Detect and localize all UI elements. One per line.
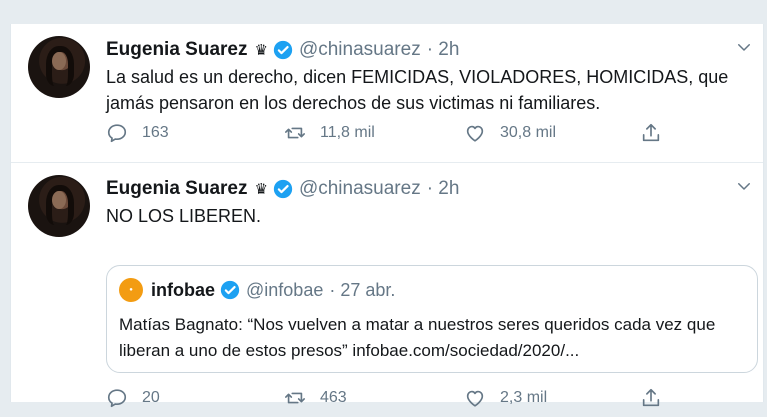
like-button[interactable]: 2,3 mil (464, 387, 547, 409)
quoted-tweet-header: ● infobae @infobae · 27 abr. (119, 278, 395, 302)
avatar-face (52, 52, 66, 70)
verified-badge-icon (220, 280, 240, 300)
retweet-button[interactable]: 11,8 mil (284, 122, 375, 144)
tweet-text: La salud es un derecho, dicen FEMICIDAS,… (106, 67, 729, 113)
avatar-face (52, 191, 66, 209)
retweet-button[interactable]: 463 (284, 387, 347, 409)
quoted-tweet-text: Matías Bagnato: “Nos vuelven a matar a n… (119, 315, 716, 360)
retweet-count: 463 (320, 389, 347, 406)
chevron-down-icon[interactable] (735, 177, 753, 195)
reply-icon (107, 389, 127, 408)
quoted-tweet[interactable]: ● infobae @infobae · 27 abr. Matías Bagn… (106, 265, 758, 373)
infobae-logo-icon: ● (119, 278, 143, 302)
share-button[interactable] (640, 122, 676, 144)
like-count: 2,3 mil (500, 389, 548, 406)
reply-button[interactable]: 20 (106, 387, 160, 409)
reply-icon (107, 124, 127, 143)
tweet-time[interactable]: · 2h (427, 178, 460, 200)
tweet[interactable]: Eugenia Suarez ♛ @chinasuarez · 2h La sa… (11, 24, 763, 163)
share-icon (642, 388, 660, 407)
tweet-header: Eugenia Suarez ♛ @chinasuarez · 2h (106, 177, 459, 201)
author-name[interactable]: Eugenia Suarez (106, 178, 248, 200)
tweet-header: Eugenia Suarez ♛ @chinasuarez · 2h (106, 38, 459, 62)
heart-icon (466, 390, 484, 407)
top-strip (0, 0, 767, 24)
reply-count: 163 (142, 124, 169, 141)
crown-icon: ♛ (254, 181, 268, 198)
like-button[interactable]: 30,8 mil (464, 122, 556, 144)
author-handle[interactable]: @chinasuarez (299, 178, 421, 200)
verified-badge-icon (273, 40, 293, 60)
author-name[interactable]: Eugenia Suarez (106, 39, 248, 61)
like-count: 30,8 mil (500, 124, 557, 141)
timeline: Eugenia Suarez ♛ @chinasuarez · 2h La sa… (10, 24, 764, 408)
quoted-author-handle: @infobae (246, 279, 324, 300)
tweet-text: NO LOS LIBEREN. (106, 206, 262, 226)
quoted-author-name: infobae (151, 279, 216, 300)
tweet-time[interactable]: · 2h (427, 39, 460, 61)
author-handle[interactable]: @chinasuarez (299, 39, 421, 61)
chevron-down-icon[interactable] (735, 38, 753, 56)
reply-count: 20 (142, 389, 160, 406)
retweet-count: 11,8 mil (320, 124, 375, 141)
avatar[interactable] (28, 36, 90, 98)
retweet-icon (285, 392, 305, 404)
reply-button[interactable]: 163 (106, 122, 169, 144)
tweet-actions: 20 463 2,3 mil (106, 387, 666, 417)
share-icon (642, 123, 660, 142)
verified-badge-icon (273, 179, 293, 199)
tweet-actions: 163 11,8 mil 30,8 mil (106, 122, 666, 152)
avatar[interactable] (28, 175, 90, 237)
quoted-tweet-time: · 27 abr. (329, 279, 396, 300)
retweet-icon (285, 127, 305, 139)
heart-icon (466, 125, 484, 142)
tweet[interactable]: Eugenia Suarez ♛ @chinasuarez · 2h NO LO… (11, 163, 763, 408)
crown-icon: ♛ (254, 42, 268, 59)
share-button[interactable] (640, 387, 676, 409)
